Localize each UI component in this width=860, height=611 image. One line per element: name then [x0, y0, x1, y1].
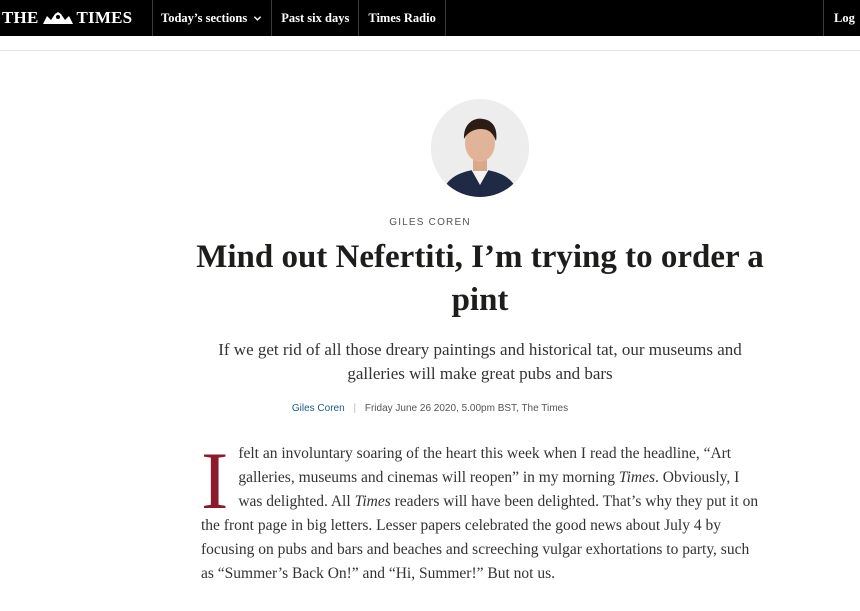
nav-todays-sections-label: Today’s sections: [161, 10, 248, 25]
author-avatar[interactable]: [431, 99, 529, 197]
article-body-paragraph: I felt an involuntary soaring of the hea…: [201, 435, 761, 586]
nav-times-radio[interactable]: Times Radio: [359, 0, 446, 36]
article-standfirst: If we get rid of all those dreary painti…: [218, 340, 742, 383]
author-portrait-image: [431, 99, 529, 197]
nav-divider: [0, 50, 860, 51]
body-italic-times-2: Times: [354, 493, 391, 510]
article-byline: Giles Coren | Friday June 26 2020, 5.00p…: [0, 403, 860, 414]
nav-past-six-days[interactable]: Past six days: [272, 0, 360, 36]
login-button[interactable]: Log: [823, 0, 860, 36]
byline-date: Friday June 26 2020, 5.00pm BST, The Tim…: [364, 403, 569, 414]
author-section-tag[interactable]: GILES COREN: [0, 217, 860, 228]
byline-author-link[interactable]: Giles Coren: [292, 403, 345, 414]
top-navigation-bar: THE TIMES Today’s sections Past six days…: [0, 0, 860, 36]
body-italic-times-1: Times: [618, 469, 656, 486]
nav-todays-sections[interactable]: Today’s sections: [153, 0, 273, 36]
nav-times-radio-label: Times Radio: [368, 10, 436, 25]
article-headline: Mind out Nefertiti, I’m trying to order …: [196, 239, 764, 318]
login-label: Log: [834, 10, 855, 25]
drop-cap: I: [201, 435, 229, 526]
nav-past-six-days-label: Past six days: [281, 10, 350, 25]
chevron-down-icon: [254, 15, 262, 21]
royal-crest-icon: [42, 12, 73, 24]
times-logo[interactable]: THE TIMES: [0, 0, 153, 36]
logo-text-times: TIMES: [76, 8, 133, 27]
logo-text-the: THE: [2, 8, 39, 27]
byline-separator: |: [353, 403, 357, 414]
